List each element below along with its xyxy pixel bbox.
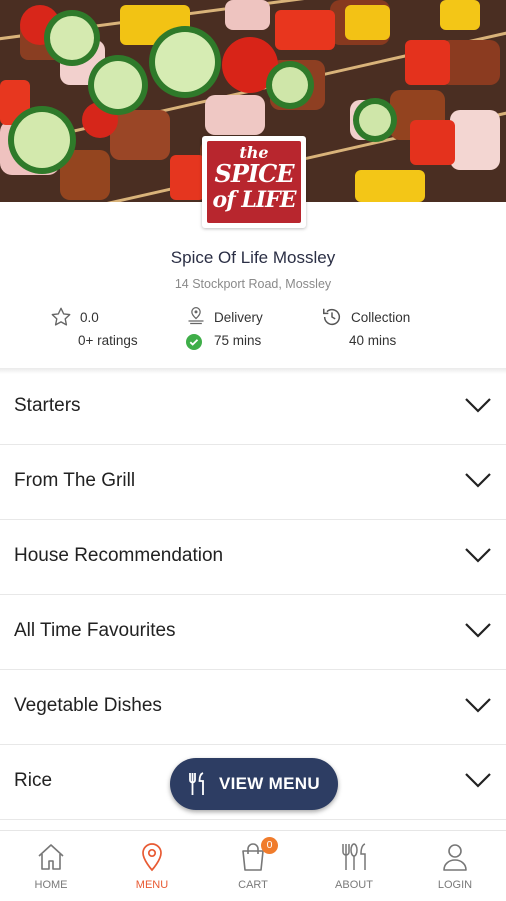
category-row-starters[interactable]: Starters xyxy=(0,370,506,445)
bottom-nav: HOME MENU 0 CART ABOUT LOGIN xyxy=(0,830,506,901)
nav-menu[interactable]: MENU xyxy=(102,831,202,901)
nav-login-label: LOGIN xyxy=(437,879,473,891)
restaurant-name: Spice Of Life Mossley xyxy=(170,248,336,267)
category-row-from-the-grill[interactable]: From The Grill xyxy=(0,445,506,520)
logo-text-spice: SPICE xyxy=(214,159,295,188)
chevron-down-icon[interactable] xyxy=(464,396,492,419)
delivery-label: Delivery xyxy=(214,310,263,325)
nav-menu-label: MENU xyxy=(135,879,169,891)
category-row-vegetable-dishes[interactable]: Vegetable Dishes xyxy=(0,670,506,745)
collection-time: 40 mins xyxy=(349,333,397,348)
category-row-all-time-favourites[interactable]: All Time Favourites xyxy=(0,595,506,670)
category-label: From The Grill xyxy=(14,470,136,491)
cart-badge: 0 xyxy=(261,837,278,854)
chevron-down-icon[interactable] xyxy=(464,696,492,719)
location-pin-icon xyxy=(136,841,168,873)
clock-history-icon xyxy=(321,306,343,331)
nav-home-label: HOME xyxy=(34,879,68,891)
collection-label: Collection xyxy=(351,310,411,325)
nav-cart-label: CART xyxy=(238,879,268,891)
nav-login[interactable]: LOGIN xyxy=(405,831,505,901)
view-menu-label: VIEW MENU xyxy=(219,774,320,793)
star-icon xyxy=(50,306,72,331)
category-list: Starters From The Grill House Recommenda… xyxy=(0,370,506,820)
category-row-house-recommendation[interactable]: House Recommendation xyxy=(0,520,506,595)
view-menu-button[interactable]: VIEW MENU xyxy=(170,758,338,810)
nav-cart[interactable]: 0 CART xyxy=(203,831,303,901)
chevron-down-icon[interactable] xyxy=(464,546,492,569)
restaurant-logo: the SPICE of LIFE xyxy=(202,136,306,228)
category-label: All Time Favourites xyxy=(14,620,176,641)
category-label: Rice xyxy=(14,770,53,791)
category-label: Vegetable Dishes xyxy=(14,695,162,716)
cutlery-icon xyxy=(187,772,209,801)
nav-about[interactable]: ABOUT xyxy=(304,831,404,901)
category-label: Starters xyxy=(14,395,81,416)
cutlery-icon xyxy=(338,841,370,873)
restaurant-address: 14 Stockport Road, Mossley xyxy=(174,277,332,291)
nav-home[interactable]: HOME xyxy=(1,831,101,901)
chevron-down-icon[interactable] xyxy=(464,471,492,494)
user-icon xyxy=(439,841,471,873)
delivery-icon xyxy=(186,306,206,329)
chevron-down-icon[interactable] xyxy=(464,771,492,794)
home-icon xyxy=(35,841,67,873)
logo-text-of-life: of LIFE xyxy=(212,187,297,213)
rating-value: 0.0 xyxy=(80,310,99,325)
nav-about-label: ABOUT xyxy=(335,879,373,891)
check-circle-icon xyxy=(186,334,202,353)
delivery-time: 75 mins xyxy=(214,333,262,348)
info-divider xyxy=(0,368,506,374)
category-label: House Recommendation xyxy=(14,545,224,566)
chevron-down-icon[interactable] xyxy=(464,621,492,644)
rating-count: 0+ ratings xyxy=(78,333,138,348)
